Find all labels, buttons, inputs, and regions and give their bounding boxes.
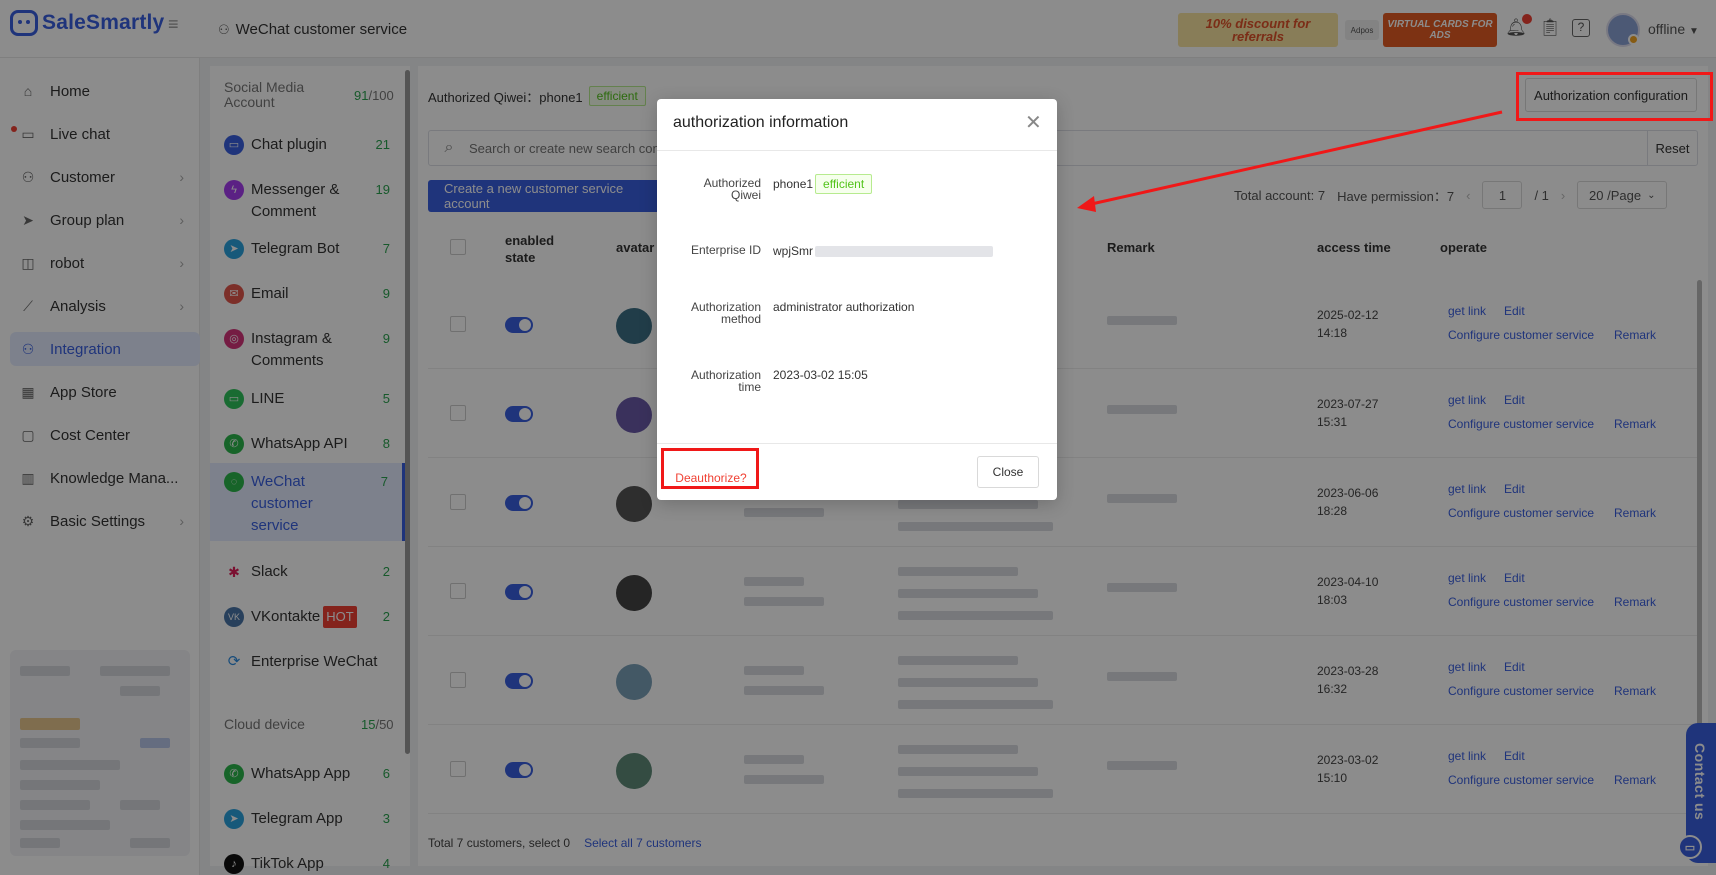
dialog-title: authorization information [673,114,849,131]
enterprise-id-label: Enterprise ID [690,243,761,257]
authorization-time-value: 2023-03-02 15:05 [773,368,868,382]
authorization-method-label: Authorization method [690,300,761,326]
authorized-qiwei-field-label: Authorized Qiwei [703,176,761,202]
close-icon[interactable]: ✕ [1025,113,1042,133]
divider [657,443,1057,444]
authorization-method-value: administrator authorization [773,300,915,314]
authorized-qiwei-value: phone1 efficient [773,174,873,194]
close-button[interactable]: Close [977,456,1039,488]
redacted-value [815,245,994,257]
status-badge: efficient [815,174,873,194]
enterprise-id-value: wpjSmr [773,244,994,258]
authorization-time-label: Authorization time [690,368,761,394]
authorization-info-dialog: authorization information ✕ Authorized Q… [657,99,1057,500]
divider [657,150,1057,151]
annotation-highlight-deauthorize [661,448,759,489]
